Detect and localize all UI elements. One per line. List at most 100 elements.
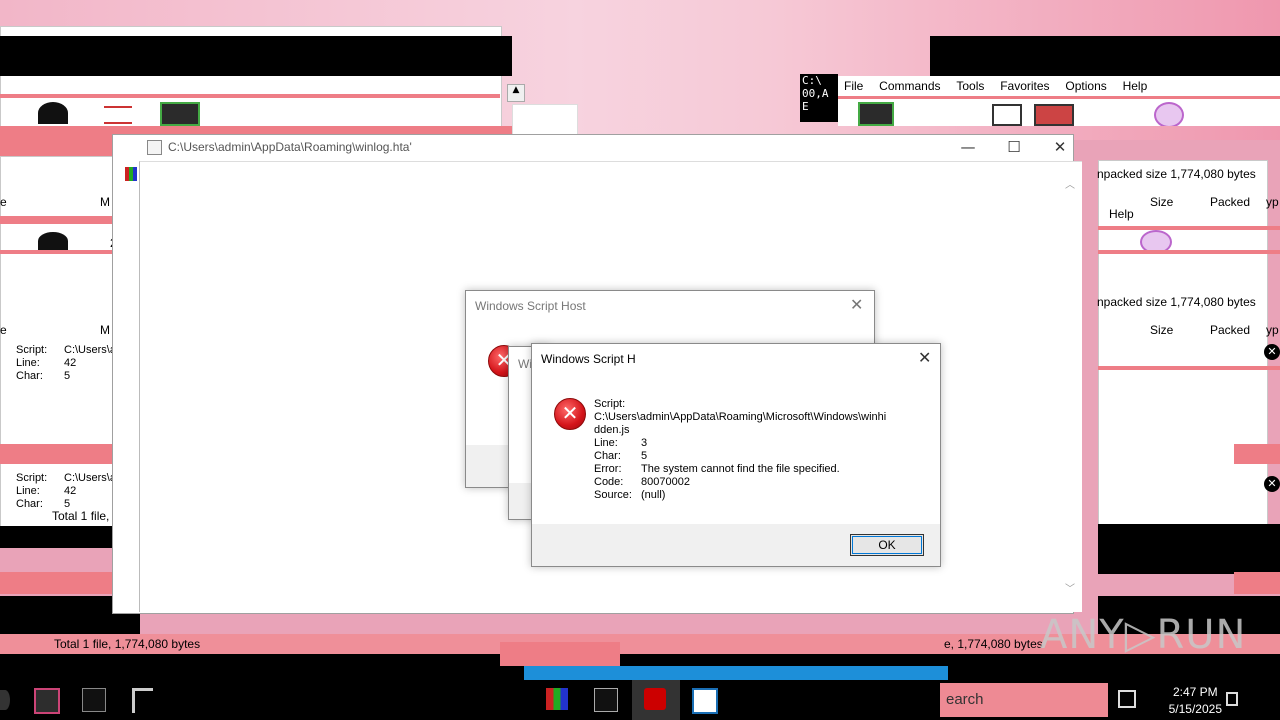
winrar-glitch-icon[interactable]: [34, 688, 60, 714]
glitch-bar: [1098, 524, 1280, 574]
disc-icon: [38, 232, 68, 250]
script-host-dialog-front: Windows Script H ✕ ✕ Script: C:\Users\ad…: [531, 343, 941, 567]
glitch-band: [0, 572, 112, 594]
close-icon: ✕: [1264, 344, 1280, 360]
line-row: Line: 3: [594, 437, 886, 450]
char-label: Char:: [16, 370, 43, 382]
column-header-type: yp: [1266, 195, 1279, 209]
scroll-up-arrow[interactable]: ︿: [1062, 176, 1078, 192]
script-host-icon[interactable]: [644, 688, 666, 710]
menu-item-help[interactable]: Help: [1109, 207, 1134, 221]
taskbar: earch 2:47 PM 5/15/2025: [0, 680, 1280, 720]
code-row: Code: 80070002: [594, 476, 886, 489]
glitch-band: [0, 216, 112, 224]
application-icon: [147, 140, 162, 155]
glitch-band: [0, 444, 112, 464]
glitch-band: [1098, 366, 1280, 370]
clock-date: 5/15/2025: [1168, 702, 1222, 716]
error-details: Script: C:\Users\admin\AppData\Roaming\M…: [594, 398, 886, 502]
hta-icon[interactable]: [692, 688, 718, 714]
packed-size-text: npacked size 1,774,080 bytes: [1097, 167, 1256, 181]
source-value: (null): [641, 489, 666, 501]
char-value: 5: [64, 370, 71, 382]
glitch-band: [0, 250, 112, 254]
line-label: Line:: [16, 357, 40, 369]
code-value: 80070002: [641, 476, 690, 488]
script-value: C:\Users\a: [64, 344, 116, 356]
system-clock[interactable]: 2:47 PM 5/15/2025: [1169, 684, 1222, 718]
line-value: 42: [64, 485, 77, 497]
background-window-fragment: [512, 104, 578, 136]
glitch-band: [1098, 226, 1280, 230]
glitch-bar: [930, 36, 1280, 76]
background-toolbar-icons: [38, 102, 208, 126]
script-label: Script:: [16, 472, 48, 484]
code-label: Code:: [594, 476, 624, 488]
mini-script-details: Script: C:\Users\a Line: 42 Char: 5: [16, 472, 116, 511]
menu-item-favorites[interactable]: Favorites: [1000, 79, 1049, 93]
console-line: C:\: [802, 74, 822, 87]
anyrun-watermark: ANY▷RUN: [1040, 612, 1247, 658]
taskbar-accent-strip: [524, 666, 948, 680]
column-header-packed: Packed: [1210, 195, 1251, 209]
menu-item-commands[interactable]: Commands: [879, 79, 940, 93]
notification-icon[interactable]: [1226, 692, 1238, 706]
scroll-down-arrow[interactable]: ﹀: [1062, 580, 1078, 596]
column-header: M: [100, 323, 110, 337]
dialog-title: Windows Script H: [541, 352, 636, 366]
dialog-footer: OK: [532, 524, 940, 566]
search-input[interactable]: earch: [940, 683, 1108, 717]
source-row: Source: (null): [594, 489, 886, 502]
glitch-band: [1098, 250, 1280, 254]
maximize-button[interactable]: ☐: [991, 135, 1037, 161]
menu-item-help[interactable]: Help: [1123, 79, 1148, 93]
glitch-band: [838, 96, 1280, 99]
minimize-button[interactable]: —: [945, 135, 991, 161]
winrar-icon[interactable]: [546, 688, 568, 710]
menu-item-options[interactable]: Options: [1065, 79, 1106, 93]
line-label: Line:: [594, 437, 618, 449]
glitch-bar: [0, 36, 512, 76]
column-header-packed: Packed: [1210, 323, 1251, 337]
source-label: Source:: [594, 489, 632, 501]
column-header-size: Size: [1150, 195, 1174, 209]
char-value: 5: [641, 450, 648, 462]
dialog-title: Wi: [518, 357, 532, 371]
column-header: e: [0, 323, 7, 337]
close-button[interactable]: ✕: [850, 295, 863, 314]
hta-title-bar[interactable]: C:\Users\admin\AppData\Roaming\winlog.ht…: [113, 135, 1073, 161]
status-bar-text: e, 1,774,080 bytes: [944, 637, 1043, 651]
toolbar-icons: [858, 102, 1258, 126]
menu-item-tools[interactable]: Tools: [956, 79, 984, 93]
cmd-glitch-icon[interactable]: [82, 688, 106, 712]
glitch-band: [500, 642, 620, 666]
mini-script-details: Script: C:\Users\a Line: 42 Char: 5: [16, 344, 116, 383]
column-header-type: yp: [1266, 323, 1279, 337]
ok-button[interactable]: OK: [850, 534, 924, 556]
column-header: M: [100, 195, 110, 209]
cmd-icon[interactable]: [594, 688, 618, 712]
char-label: Char:: [594, 450, 621, 462]
background-window-right-top: File Commands Tools Favorites Options He…: [838, 76, 1280, 126]
dialog-title: Windows Script Host: [475, 299, 586, 313]
error-icon: ✕: [554, 398, 586, 430]
task-view-icon[interactable]: [1118, 690, 1136, 708]
char-row: Char: 5: [594, 450, 886, 463]
menu-item-file[interactable]: File: [844, 79, 863, 93]
error-value: The system cannot find the file specifie…: [641, 463, 840, 475]
start-fragment-icon[interactable]: [0, 690, 10, 710]
script-value: C:\Users\a: [64, 472, 116, 484]
error-label: Error:: [594, 463, 622, 475]
scroll-up-fragment[interactable]: ▲: [507, 84, 525, 102]
hta-left-strip: [113, 161, 140, 611]
script-path-line-2: dden.js: [594, 424, 630, 436]
close-button[interactable]: ✕: [918, 348, 931, 367]
console-text: C:\ 00,A E: [802, 74, 829, 113]
notepad-glitch-icon[interactable]: [132, 688, 153, 713]
close-button[interactable]: ✕: [1037, 135, 1083, 161]
script-label: Script:: [594, 398, 626, 410]
script-path-line-1: C:\Users\admin\AppData\Roaming\Microsoft…: [594, 411, 887, 423]
script-label: Script:: [16, 344, 48, 356]
console-line: 00,A: [802, 87, 829, 100]
menu-bar: File Commands Tools Favorites Options He…: [844, 79, 1159, 93]
